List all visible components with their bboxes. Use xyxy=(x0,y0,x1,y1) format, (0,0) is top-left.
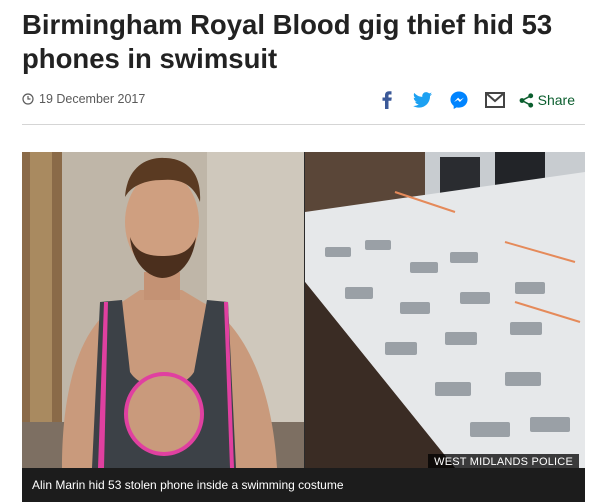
header-divider xyxy=(22,124,585,125)
email-icon[interactable] xyxy=(484,90,505,110)
share-bar: Share xyxy=(361,90,575,110)
share-icon xyxy=(519,92,533,108)
photo-man-in-swimsuit xyxy=(22,152,304,468)
photo-phones-on-table xyxy=(305,152,585,468)
twitter-icon[interactable] xyxy=(413,90,433,110)
article-meta: 19 December 2017 Share xyxy=(22,90,585,112)
article-headline: Birmingham Royal Blood gig thief hid 53 … xyxy=(22,9,553,74)
share-button[interactable]: Share xyxy=(519,92,575,108)
date-text: 19 December 2017 xyxy=(39,92,146,106)
share-label: Share xyxy=(537,92,575,108)
article-figure: WEST MIDLANDS POLICE Alin Marin hid 53 s… xyxy=(22,152,585,502)
facebook-icon[interactable] xyxy=(377,90,397,110)
clock-icon xyxy=(22,93,34,105)
messenger-icon[interactable] xyxy=(449,90,469,110)
article-date: 19 December 2017 xyxy=(22,92,145,106)
photo-caption: Alin Marin hid 53 stolen phone inside a … xyxy=(22,468,585,502)
